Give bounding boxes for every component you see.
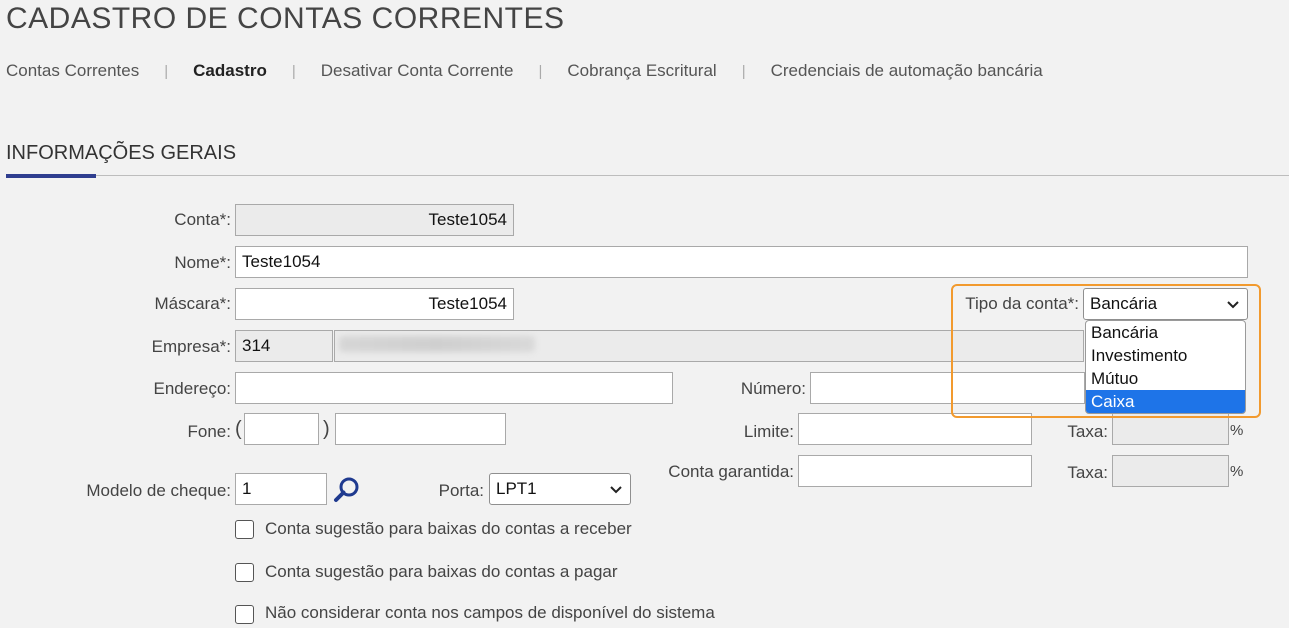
mascara-field[interactable]: Teste1054 — [235, 288, 514, 320]
limite-label: Limite: — [743, 422, 794, 441]
section-accent-bar — [6, 174, 96, 178]
taxa-limite-unit: % — [1230, 422, 1244, 439]
empresa-name-redacted — [339, 336, 535, 352]
modelo-cheque-field[interactable]: 1 — [235, 473, 327, 505]
conta-garantida-label: Conta garantida: — [668, 462, 794, 481]
fone-ddd-field[interactable] — [244, 413, 319, 445]
tab-cadastro[interactable]: Cadastro — [193, 61, 267, 81]
tab-bar: Contas Correntes | Cadastro | Desativar … — [6, 61, 1043, 81]
fone-open-paren: ( — [235, 418, 242, 440]
porta-label: Porta: — [438, 481, 484, 500]
taxa-garantida-label: Taxa: — [1067, 463, 1108, 482]
porta-select-value: LPT1 — [496, 479, 537, 498]
section-divider — [6, 175, 1289, 176]
tab-desativar-conta[interactable]: Desativar Conta Corrente — [321, 61, 514, 81]
empresa-code-field[interactable]: 314 — [235, 330, 333, 362]
checkbox-sugestao-pagar-label: Conta sugestão para baixas do contas a p… — [265, 562, 618, 581]
endereco-field[interactable] — [235, 372, 673, 404]
taxa-garantida-unit: % — [1230, 463, 1244, 480]
section-title: INFORMAÇÕES GERAIS — [6, 142, 237, 164]
tab-separator: | — [291, 62, 296, 80]
search-icon[interactable] — [331, 474, 363, 506]
checkbox-nao-considerar-disponivel[interactable] — [235, 605, 254, 624]
checkbox-sugestao-receber[interactable] — [235, 520, 254, 539]
checkbox-sugestao-pagar[interactable] — [235, 563, 254, 582]
empresa-label: Empresa*: — [151, 337, 231, 356]
conta-label: Conta*: — [174, 210, 231, 229]
fone-number-field[interactable] — [335, 413, 506, 445]
checkbox-nao-considerar-disponivel-label: Não considerar conta nos campos de dispo… — [265, 603, 715, 622]
conta-garantida-field[interactable] — [798, 455, 1032, 487]
taxa-limite-label: Taxa: — [1067, 422, 1108, 441]
nome-label: Nome*: — [174, 253, 231, 272]
highlight-box — [951, 284, 1261, 418]
tab-separator: | — [164, 62, 169, 80]
tab-cobranca-escritural[interactable]: Cobrança Escritural — [567, 61, 716, 81]
tab-contas-correntes[interactable]: Contas Correntes — [6, 61, 139, 81]
fone-close-paren: ) — [323, 418, 330, 440]
tab-credenciais[interactable]: Credenciais de automação bancária — [771, 61, 1043, 81]
mascara-label: Máscara*: — [154, 294, 231, 313]
modelo-cheque-label: Modelo de cheque: — [86, 481, 231, 500]
fone-label: Fone: — [187, 422, 231, 441]
chevron-down-icon — [610, 486, 622, 494]
porta-select[interactable]: LPT1 — [489, 473, 631, 505]
tab-separator: | — [741, 62, 746, 80]
endereco-label: Endereço: — [153, 379, 232, 398]
taxa-garantida-field[interactable] — [1112, 455, 1229, 487]
tab-separator: | — [538, 62, 543, 80]
page-title: CADASTRO DE CONTAS CORRENTES — [6, 2, 565, 35]
checkbox-sugestao-receber-label: Conta sugestão para baixas do contas a r… — [265, 519, 632, 538]
nome-field[interactable]: Teste1054 — [235, 246, 1248, 278]
numero-label: Número: — [740, 379, 806, 398]
conta-field[interactable]: Teste1054 — [235, 204, 514, 236]
